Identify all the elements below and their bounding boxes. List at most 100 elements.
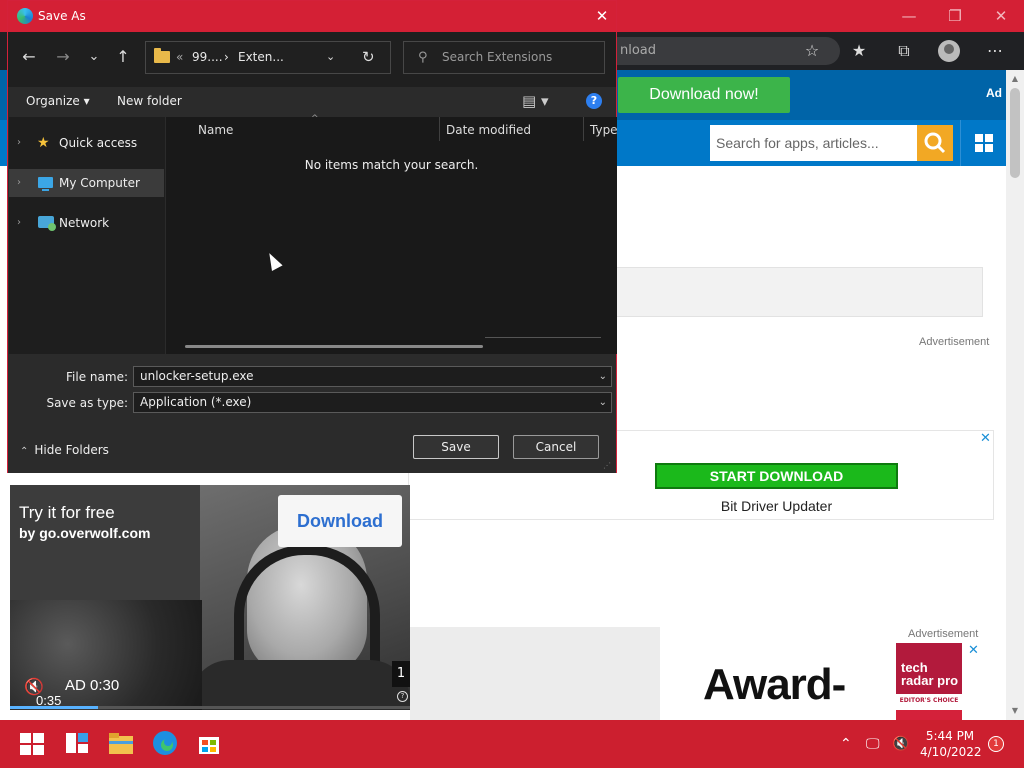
search-icon: ⚲	[418, 50, 428, 65]
folder-icon	[154, 48, 170, 63]
windows-logo-icon	[975, 134, 993, 152]
path-segment-2[interactable]: Exten...	[238, 50, 284, 64]
forward-button[interactable]: →	[52, 46, 74, 68]
download-now-button[interactable]: Download now!	[618, 77, 790, 113]
taskbar-clock[interactable]: 5:44 PM 4/10/2022	[920, 728, 982, 760]
scroll-down-icon[interactable]: ▼	[1008, 704, 1022, 718]
chevron-up-icon: ⌃	[20, 446, 29, 457]
address-text: nload	[620, 43, 657, 58]
more-menu-icon[interactable]: ⋯	[984, 40, 1006, 62]
page-scroll-thumb[interactable]	[1010, 88, 1020, 178]
start-button[interactable]	[18, 728, 48, 758]
star-icon: ★	[37, 135, 50, 151]
new-folder-button[interactable]: New folder	[117, 94, 182, 108]
back-button[interactable]: ←	[18, 46, 40, 68]
video-progress-bar[interactable]	[10, 706, 410, 709]
dialog-close-button[interactable]: ✕	[592, 5, 612, 27]
recent-locations-button[interactable]: ⌄	[83, 46, 105, 68]
column-header-date-modified[interactable]: Date modified	[446, 123, 531, 137]
banner-close-icon[interactable]: ✕	[980, 431, 991, 446]
ad-close-icon[interactable]: ✕	[968, 643, 979, 658]
clock-date: 4/10/2022	[920, 745, 982, 759]
file-explorer-icon[interactable]	[106, 728, 136, 758]
site-search-input[interactable]: Search for apps, articles...	[710, 125, 918, 161]
volume-muted-icon[interactable]: 🔇	[892, 736, 909, 752]
video-download-button[interactable]: Download	[278, 495, 402, 547]
content-placeholder	[616, 267, 983, 317]
notification-badge[interactable]: 1	[988, 736, 1004, 752]
search-icon	[924, 132, 946, 154]
horizontal-scroll-track[interactable]	[485, 337, 601, 338]
file-name-field[interactable]: unlocker-setup.exe ⌄	[133, 366, 612, 387]
hide-folders-label: Hide Folders	[34, 443, 109, 457]
help-icon[interactable]: ?	[586, 93, 602, 109]
save-button[interactable]: Save	[413, 435, 499, 459]
widgets-icon[interactable]	[62, 728, 92, 758]
save-type-select[interactable]: Application (*.exe) ⌄	[133, 392, 612, 413]
techradar-line3: pro	[937, 673, 959, 688]
column-divider[interactable]	[439, 117, 440, 141]
nav-label: Network	[59, 216, 110, 230]
path-segment-1[interactable]: 99....	[192, 50, 223, 64]
file-list[interactable]	[166, 117, 617, 354]
path-dropdown-icon[interactable]: ⌄	[326, 50, 335, 63]
resize-grip-icon[interactable]: ⋰	[603, 461, 611, 470]
view-options-icon[interactable]: ▤ ▾	[522, 92, 548, 110]
banner-product-name: Bit Driver Updater	[720, 498, 833, 514]
path-separator: ›	[224, 50, 229, 64]
advertisement-label-2: Advertisement	[908, 628, 979, 640]
browser-close-button[interactable]: ✕	[978, 0, 1024, 32]
column-header-type[interactable]: Type	[590, 123, 618, 137]
chevron-right-icon[interactable]: ›	[17, 129, 21, 157]
edge-icon	[17, 8, 33, 24]
dialog-title: Save As	[38, 9, 86, 23]
computer-icon	[38, 177, 53, 191]
advertisement-label: Advertisement	[919, 336, 990, 348]
site-search-button[interactable]	[917, 125, 953, 161]
nav-item-my-computer[interactable]: › My Computer	[9, 169, 164, 197]
profile-avatar[interactable]	[938, 40, 960, 62]
video-ad[interactable]: Try it for free by go.overwolf.com Downl…	[10, 485, 410, 710]
file-name-value: unlocker-setup.exe	[140, 369, 254, 383]
scroll-up-icon[interactable]: ▲	[1008, 72, 1022, 86]
nav-item-quick-access[interactable]: › ★ Quick access	[9, 129, 164, 157]
browser-minimize-button[interactable]: —	[886, 0, 932, 32]
path-overflow[interactable]: «	[176, 50, 183, 64]
chevron-right-icon[interactable]: ›	[17, 169, 21, 197]
start-download-button[interactable]: START DOWNLOAD	[655, 463, 898, 489]
hide-folders-button[interactable]: ⌃ Hide Folders	[20, 443, 109, 457]
up-button[interactable]: ↑	[112, 46, 134, 68]
column-header-name[interactable]: Name	[198, 123, 233, 137]
nav-item-network[interactable]: › Network	[9, 209, 164, 237]
award-heading: Award-	[703, 660, 846, 709]
video-person-body	[190, 660, 410, 710]
organize-menu[interactable]: Organize ▾	[26, 94, 90, 108]
info-icon[interactable]: ?	[397, 691, 408, 702]
chevron-down-icon[interactable]: ⌄	[599, 367, 607, 386]
horizontal-scroll-thumb[interactable]	[185, 345, 483, 348]
nav-label: My Computer	[59, 176, 140, 190]
path-bar[interactable]: « 99.... › Exten... ⌄ ↻	[145, 41, 391, 74]
lower-content-block	[410, 627, 660, 720]
store-icon[interactable]	[194, 728, 224, 758]
chevron-right-icon[interactable]: ›	[17, 209, 21, 237]
edge-browser-icon[interactable]	[150, 728, 180, 758]
save-type-label: Save as type:	[46, 396, 128, 410]
collections-icon[interactable]: ⧉	[893, 40, 915, 62]
column-divider[interactable]	[583, 117, 584, 141]
network-status-icon[interactable]: 🖵	[866, 736, 880, 752]
browser-restore-button[interactable]: ❐	[932, 0, 978, 32]
empty-state-message: No items match your search.	[304, 158, 479, 172]
cancel-button[interactable]: Cancel	[513, 435, 599, 459]
tray-overflow-icon[interactable]: ⌃	[840, 736, 852, 752]
ad-tag: Ad	[986, 86, 1002, 100]
windows-button[interactable]	[960, 120, 1006, 166]
video-ad-title: Try it for free	[19, 503, 115, 522]
refresh-icon[interactable]: ↻	[362, 48, 375, 66]
add-favorite-icon[interactable]: ☆	[801, 40, 823, 62]
chevron-down-icon[interactable]: ⌄	[599, 393, 607, 412]
search-extensions-input[interactable]: ⚲ Search Extensions	[403, 41, 605, 74]
techradar-bar	[896, 710, 962, 720]
dialog-titlebar[interactable]: Save As ✕	[8, 1, 616, 32]
favorites-icon[interactable]: ★	[848, 40, 870, 62]
